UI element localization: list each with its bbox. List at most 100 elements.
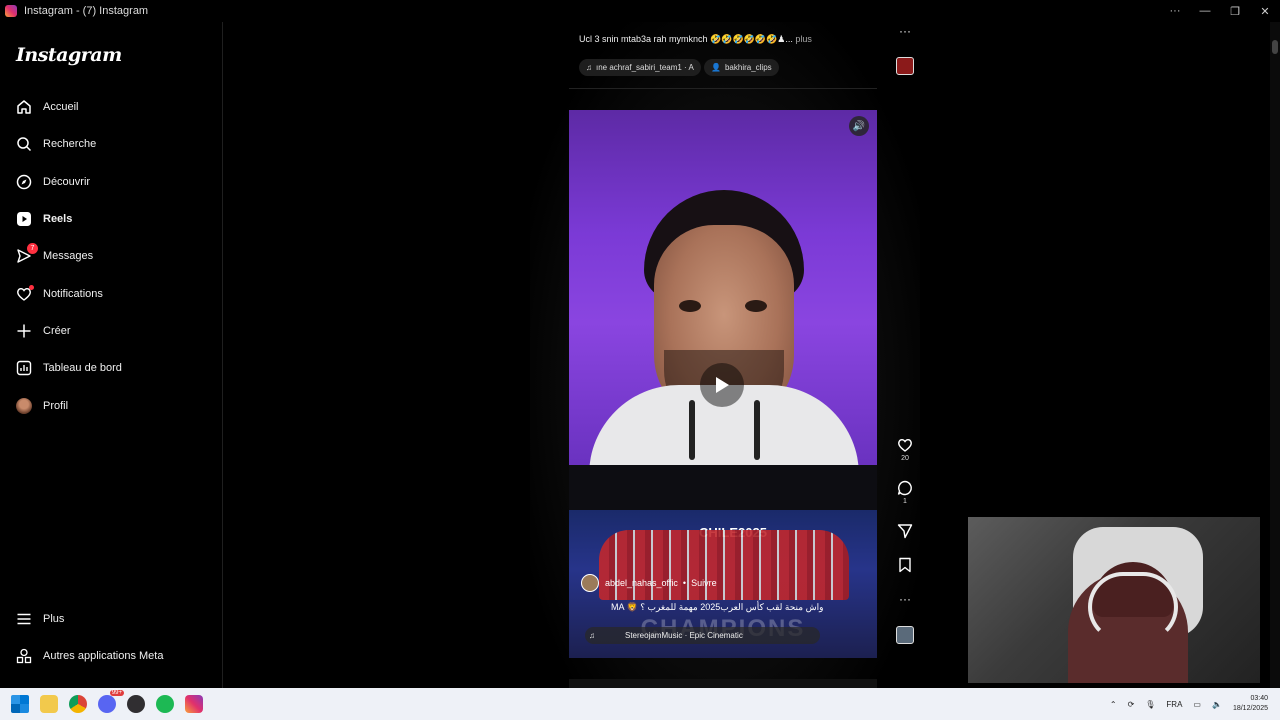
- chevron-up-icon[interactable]: ⌃: [1110, 700, 1117, 709]
- sidebar-item-label: Reels: [43, 213, 73, 225]
- sync-icon[interactable]: ⟳: [1128, 700, 1135, 709]
- speaker-icon: 🔊: [852, 120, 866, 132]
- separator-dot: •: [682, 578, 687, 588]
- messages-badge: 7: [27, 243, 38, 254]
- menu-icon: [16, 611, 32, 627]
- microphone-icon[interactable]: 🎙: [1145, 700, 1155, 709]
- taskbar: 99+ ⌃ ⟳ 🎙 FRA ▭ 🔈 03:40 18/12/2025: [0, 688, 1280, 720]
- clock-date: 18/12/2025: [1232, 705, 1268, 712]
- file-explorer-icon[interactable]: [40, 695, 58, 713]
- comment-count: 1: [903, 498, 907, 505]
- share-button[interactable]: [893, 523, 917, 539]
- sidebar-item-meta-apps[interactable]: Autres applications Meta: [16, 644, 206, 668]
- previous-post-more-button[interactable]: ···: [893, 24, 917, 38]
- sidebar-item-label: Messages: [43, 250, 94, 262]
- sidebar-item-plus[interactable]: Plus: [16, 607, 206, 631]
- sidebar-item-label: Tableau de bord: [43, 362, 122, 374]
- reel-top-video: [569, 110, 877, 495]
- save-button[interactable]: [893, 557, 917, 573]
- sidebar-item-label: Autres applications Meta: [43, 650, 164, 662]
- sidebar-item-label: Recherche: [43, 138, 97, 150]
- sidebar-item-profil[interactable]: Profil: [16, 394, 206, 418]
- sidebar-item-messages[interactable]: 7 Messages: [16, 243, 206, 268]
- chrome-icon[interactable]: [69, 695, 87, 713]
- scrollbar[interactable]: [1270, 22, 1280, 688]
- reel-caption: MA 🦁 واش منحة لقب كأس العرب2025 مهمة للم…: [611, 602, 824, 612]
- language-indicator[interactable]: FRA: [1166, 700, 1182, 709]
- instagram-logo[interactable]: Instagram: [16, 44, 122, 66]
- search-icon: [16, 136, 32, 152]
- reel-audio-pill[interactable]: ♫ StereojamMusic · Epic Cinematic: [585, 627, 820, 644]
- previous-post-tag-pill[interactable]: 👤 bakhira_clips: [704, 59, 779, 76]
- video-eye: [679, 300, 701, 312]
- reel-username[interactable]: abdel_nahas_offic: [605, 578, 678, 588]
- like-count: 20: [901, 455, 909, 462]
- play-button[interactable]: [700, 363, 744, 407]
- sidebar-item-decouvrir[interactable]: Découvrir: [16, 170, 206, 194]
- sidebar-item-label: Profil: [43, 400, 69, 412]
- sidebar: Instagram Accueil Recherche Découvrir Re…: [0, 22, 223, 688]
- avatar[interactable]: [581, 574, 599, 592]
- reel-more-button[interactable]: ···: [893, 592, 917, 606]
- video-hood-string: [689, 400, 695, 460]
- sidebar-item-label: Plus: [43, 613, 65, 625]
- obs-icon[interactable]: [127, 695, 145, 713]
- meta-apps-icon: [16, 648, 32, 664]
- person-icon: 👤: [711, 63, 721, 72]
- sidebar-item-label: Accueil: [43, 101, 79, 113]
- discord-badge: 99+: [109, 690, 124, 696]
- comment-button[interactable]: 1: [893, 480, 917, 505]
- webcam-overlay: [968, 517, 1260, 683]
- comment-icon: [897, 480, 912, 496]
- clock-time: 03:40: [1250, 695, 1268, 702]
- sidebar-item-notifications[interactable]: Notifications: [16, 282, 206, 306]
- previous-audio-thumbnail[interactable]: [896, 57, 914, 75]
- compass-icon: [16, 174, 32, 190]
- notification-dot: [29, 285, 34, 290]
- bookmark-icon: [899, 557, 911, 573]
- previous-post-caption: Ucl 3 snin mtab3a rah mymknch 🤣🤣🤣🤣🤣🤣♟...…: [579, 34, 812, 44]
- network-icon[interactable]: ▭: [1193, 700, 1201, 709]
- reels-icon: [16, 211, 32, 227]
- volume-icon[interactable]: 🔈: [1212, 700, 1222, 709]
- video-eye: [745, 300, 767, 312]
- more-icon: ···: [899, 592, 911, 606]
- share-icon: [897, 524, 913, 539]
- minimize-button[interactable]: —: [1190, 5, 1220, 18]
- discord-icon[interactable]: 99+: [98, 690, 124, 713]
- more-icon: ···: [899, 24, 911, 38]
- scrollbar-thumb[interactable]: [1272, 40, 1278, 54]
- sidebar-item-creer[interactable]: Créer: [16, 319, 206, 343]
- sidebar-item-reels[interactable]: Reels: [16, 207, 206, 231]
- home-icon: [16, 99, 32, 115]
- mute-button[interactable]: 🔊: [849, 116, 869, 136]
- sidebar-item-tableau-de-bord[interactable]: Tableau de bord: [16, 356, 206, 380]
- plus-icon: [16, 323, 32, 339]
- sidebar-item-recherche[interactable]: Recherche: [16, 132, 206, 156]
- sidebar-item-accueil[interactable]: Accueil: [16, 95, 206, 119]
- next-reel-preview: [569, 679, 877, 688]
- music-note-icon: ♫: [589, 631, 595, 640]
- window-titlebar: Instagram - (7) Instagram ··· — ❐ ✕: [0, 0, 1280, 22]
- windows-start-icon[interactable]: [11, 695, 29, 713]
- reel-video[interactable]: CHILE2025 CHAMPIONS 🔊 abdel_nahas_offic …: [569, 110, 877, 658]
- instagram-app-icon: [5, 5, 17, 17]
- sidebar-item-label: Créer: [43, 325, 71, 337]
- follow-button[interactable]: Suivre: [691, 578, 717, 588]
- reel-audio-thumbnail[interactable]: [896, 626, 914, 644]
- spotify-icon[interactable]: [156, 695, 174, 713]
- reel-author[interactable]: abdel_nahas_offic • Suivre: [581, 574, 717, 592]
- clock[interactable]: 03:40 18/12/2025: [1233, 694, 1268, 714]
- dashboard-icon: [16, 360, 32, 376]
- restore-button[interactable]: ❐: [1220, 5, 1250, 18]
- previous-post-audio-pill[interactable]: ♫ ıne achraf_sabiri_team1 · A: [579, 59, 701, 76]
- close-button[interactable]: ✕: [1250, 5, 1280, 18]
- more-options-icon[interactable]: ···: [1160, 5, 1190, 18]
- caption-more-link[interactable]: plus: [795, 34, 812, 44]
- instagram-taskbar-icon[interactable]: [185, 695, 203, 713]
- like-button[interactable]: 20: [893, 437, 917, 462]
- heart-icon: [898, 438, 912, 452]
- window-title: Instagram - (7) Instagram: [24, 5, 149, 17]
- window-controls: ··· — ❐ ✕: [1160, 5, 1280, 18]
- post-divider: [569, 88, 877, 89]
